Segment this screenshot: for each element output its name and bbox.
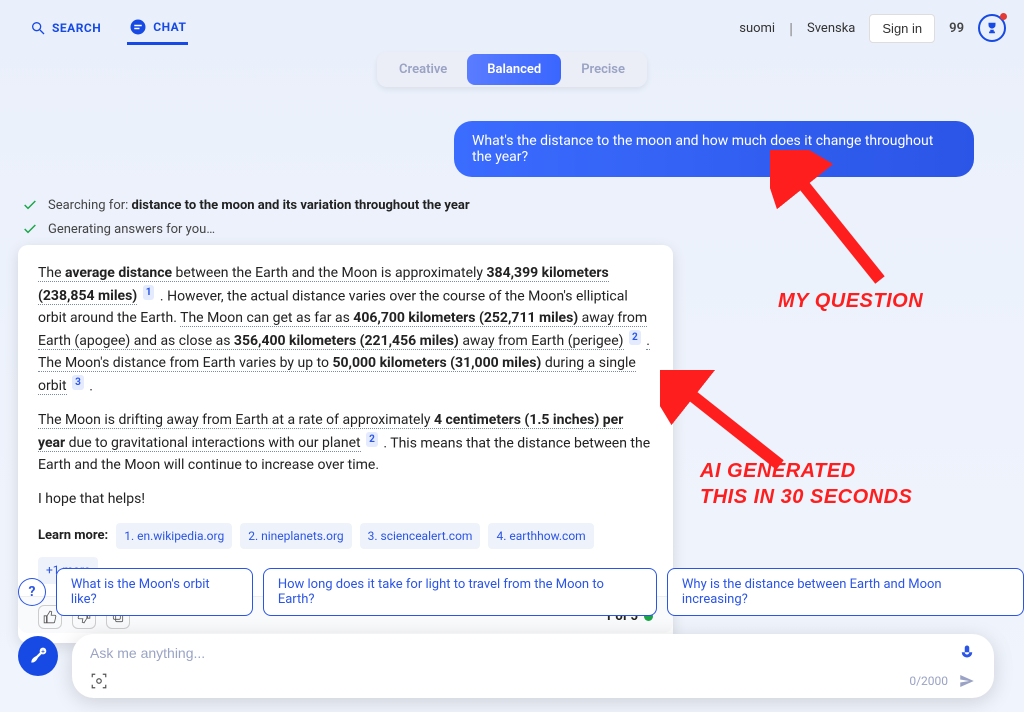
char-counter: 0/2000 — [909, 674, 948, 688]
rewards-button[interactable] — [978, 14, 1006, 42]
annotation-ai-generated-2: THIS IN 30 SECONDS — [700, 486, 912, 509]
learn-link-1[interactable]: 1. en.wikipedia.org — [116, 523, 232, 550]
citation-2[interactable]: 2 — [629, 330, 641, 346]
mode-balanced[interactable]: Balanced — [467, 54, 561, 85]
suggestion-2[interactable]: How long does it take for light to trave… — [263, 568, 657, 616]
tab-search-label: SEARCH — [52, 21, 101, 35]
help-icon[interactable]: ? — [18, 578, 46, 606]
annotation-my-question: MY QUESTION — [778, 290, 923, 313]
mic-icon[interactable] — [958, 644, 976, 662]
check-icon — [22, 197, 38, 213]
tab-chat[interactable]: CHAT — [127, 12, 188, 45]
broom-icon: + — [28, 646, 48, 666]
tab-chat-label: CHAT — [153, 20, 186, 34]
mode-precise[interactable]: Precise — [561, 54, 645, 85]
tab-search[interactable]: SEARCH — [28, 14, 103, 42]
citation-3[interactable]: 3 — [72, 375, 84, 391]
mode-selector: Creative Balanced Precise — [377, 52, 647, 87]
learn-link-4[interactable]: 4. earthhow.com — [488, 523, 593, 550]
citation-1[interactable]: 1 — [143, 285, 155, 301]
reward-points: 99 — [949, 21, 964, 36]
svg-text:+: + — [41, 648, 45, 656]
learn-link-2[interactable]: 2. nineplanets.org — [240, 523, 351, 550]
annotation-arrow-question — [770, 150, 910, 290]
signin-button[interactable]: Sign in — [869, 14, 935, 43]
chat-input[interactable] — [90, 645, 887, 661]
learn-more-label: Learn more: — [38, 526, 108, 546]
chat-input-box: 0/2000 — [72, 634, 994, 698]
trophy-icon — [985, 21, 999, 35]
mode-creative[interactable]: Creative — [379, 54, 467, 85]
chat-icon — [129, 18, 147, 36]
new-topic-button[interactable]: + — [18, 636, 58, 676]
annotation-ai-generated-1: AI GENERATED — [700, 460, 856, 483]
send-icon[interactable] — [958, 672, 976, 690]
citation-2b[interactable]: 2 — [366, 432, 378, 448]
suggestion-3[interactable]: Why is the distance between Earth and Mo… — [667, 568, 1024, 616]
lang-svenska[interactable]: Svenska — [807, 21, 855, 36]
image-search-icon[interactable] — [90, 672, 108, 690]
suggestion-1[interactable]: What is the Moon's orbit like? — [56, 568, 253, 616]
lang-separator: | — [789, 19, 793, 38]
search-icon — [30, 20, 46, 36]
lang-suomi[interactable]: suomi — [739, 21, 775, 36]
check-icon — [22, 221, 38, 237]
learn-link-3[interactable]: 3. sciencealert.com — [360, 523, 481, 550]
